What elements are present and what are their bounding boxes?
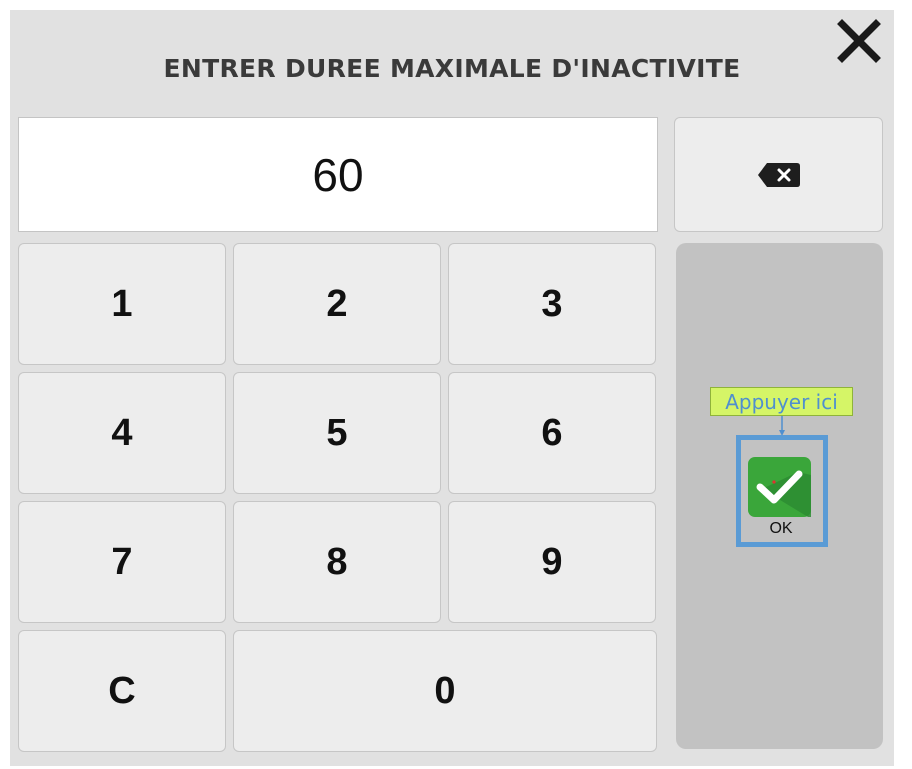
key-7[interactable]: 7: [18, 501, 226, 623]
dialog-title: ENTRER DUREE MAXIMALE D'INACTIVITE: [163, 54, 741, 83]
close-button[interactable]: [836, 18, 882, 64]
key-4[interactable]: 4: [18, 372, 226, 494]
key-5[interactable]: 5: [233, 372, 441, 494]
checkmark-icon[interactable]: [748, 457, 811, 517]
key-clear[interactable]: C: [18, 630, 226, 752]
ok-label: OK: [769, 520, 793, 537]
key-2[interactable]: 2: [233, 243, 441, 365]
close-icon: [837, 19, 881, 63]
hint-arrow-icon: [779, 416, 785, 436]
key-1[interactable]: 1: [18, 243, 226, 365]
value-display: 60: [18, 117, 658, 232]
key-0[interactable]: 0: [233, 630, 657, 752]
backspace-icon: [757, 162, 800, 187]
key-9[interactable]: 9: [448, 501, 656, 623]
key-3[interactable]: 3: [448, 243, 656, 365]
value-text: 60: [312, 148, 364, 201]
key-8[interactable]: 8: [233, 501, 441, 623]
hint-callout: Appuyer ici: [710, 387, 853, 416]
key-6[interactable]: 6: [448, 372, 656, 494]
backspace-button[interactable]: [674, 117, 883, 232]
